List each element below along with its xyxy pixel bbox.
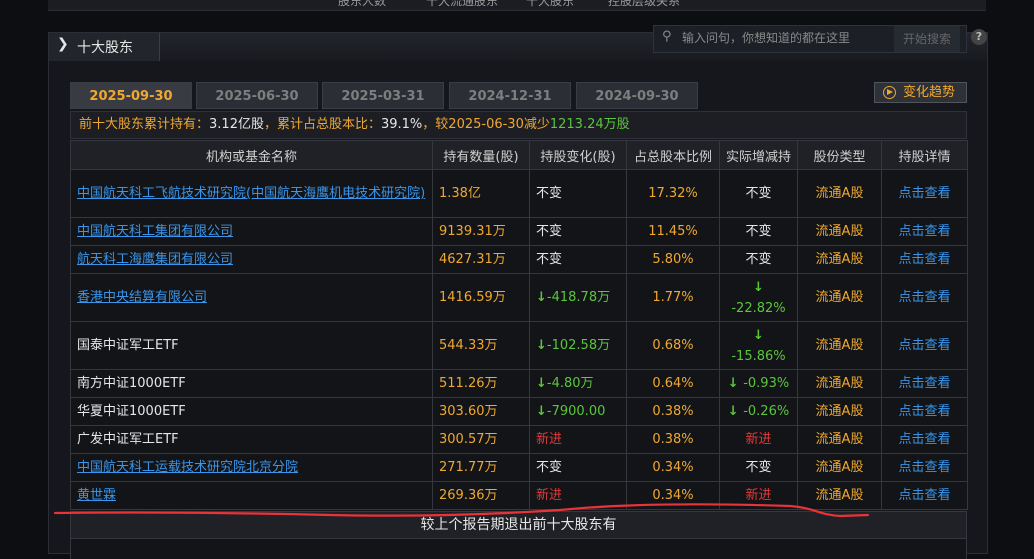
red-annotation-underline <box>53 503 870 518</box>
